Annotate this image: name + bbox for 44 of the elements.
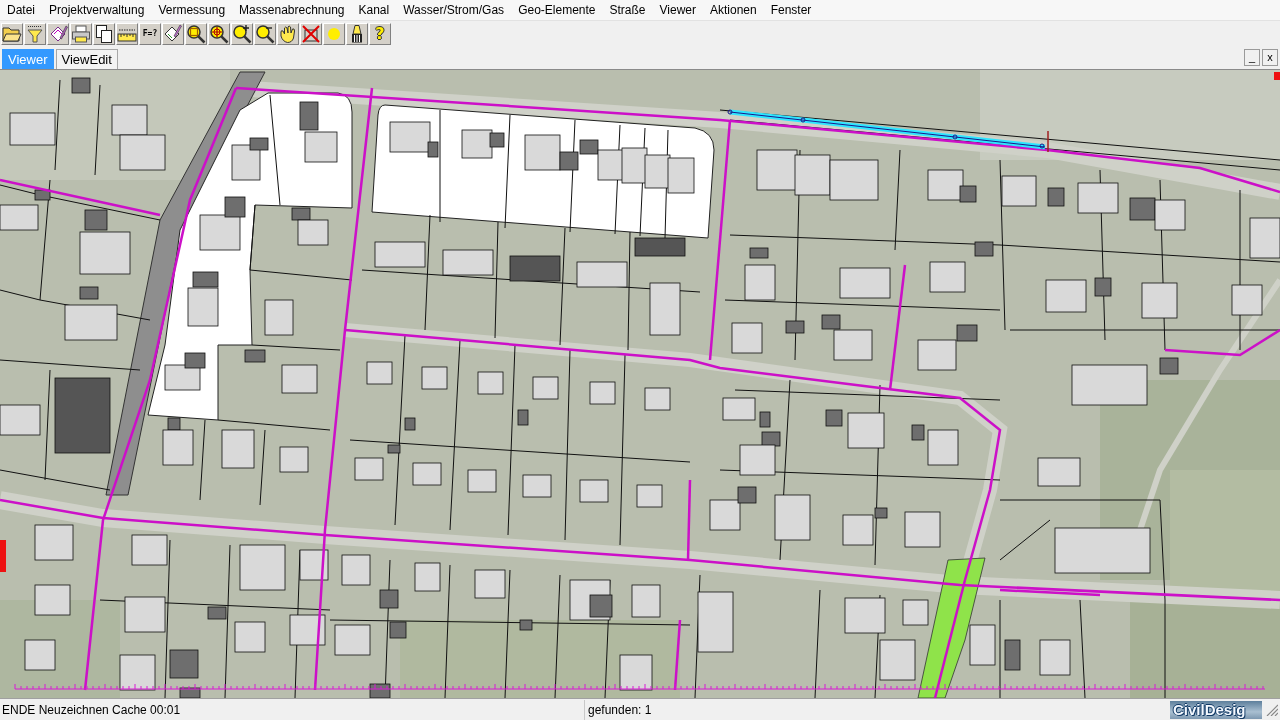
toolbar-button[interactable]	[70, 22, 92, 45]
zoom-in-icon	[232, 23, 252, 44]
toolbar-button[interactable]	[346, 22, 368, 45]
status-message: ENDE Neuzeichnen Cache 00:01	[0, 699, 585, 720]
hand-icon	[278, 23, 298, 44]
menu-item[interactable]: Straße	[602, 0, 653, 20]
menu-item[interactable]: Massenabrechnung	[232, 0, 352, 20]
menu-item[interactable]: Viewer	[652, 0, 703, 20]
toolbar-button[interactable]	[185, 22, 207, 45]
close-button[interactable]: x	[1262, 49, 1278, 66]
cross-out-icon	[301, 23, 321, 44]
toolbar-button[interactable]	[208, 22, 230, 45]
toolbar-button[interactable]	[1, 22, 23, 45]
menu-item[interactable]: Vermessung	[151, 0, 233, 20]
toolbar-button[interactable]	[277, 22, 299, 45]
diamond-pencil-icon	[163, 23, 183, 44]
found-count: gefunden: 1	[587, 701, 653, 719]
formula-button[interactable]: F=?	[139, 22, 161, 45]
menu-item[interactable]: Wasser/Strom/Gas	[396, 0, 512, 20]
resize-grip-icon[interactable]	[1266, 703, 1278, 716]
toolbar-button[interactable]	[24, 22, 46, 45]
copy-icon	[94, 23, 114, 44]
funnel-icon	[25, 23, 45, 44]
logo: CivilDesig	[1170, 700, 1262, 719]
menu-item[interactable]: Aktionen	[703, 0, 764, 20]
toolbar-button[interactable]	[116, 22, 138, 45]
tab[interactable]: ViewEdit	[55, 49, 118, 69]
layers-pencil-icon	[48, 23, 68, 44]
toolbar-button[interactable]	[231, 22, 253, 45]
magnifier-square-icon	[186, 23, 206, 44]
menu-item[interactable]: Kanal	[351, 0, 397, 20]
toolbar-button[interactable]	[162, 22, 184, 45]
printer-icon	[71, 23, 91, 44]
dot-icon	[328, 27, 340, 40]
menu-item[interactable]: Geo-Elemente	[511, 0, 603, 20]
menu-item[interactable]: Projektverwaltung	[42, 0, 152, 20]
toolbar-button[interactable]	[254, 22, 276, 45]
menu-item[interactable]: Datei	[0, 0, 42, 20]
toolbar-button[interactable]	[93, 22, 115, 45]
minimize-button[interactable]: _	[1244, 49, 1260, 66]
zoom-out-icon	[255, 23, 275, 44]
toolbar-button[interactable]	[47, 22, 69, 45]
magnifier-crosshair-icon	[209, 23, 229, 44]
menu-item[interactable]: Fenster	[763, 0, 819, 20]
